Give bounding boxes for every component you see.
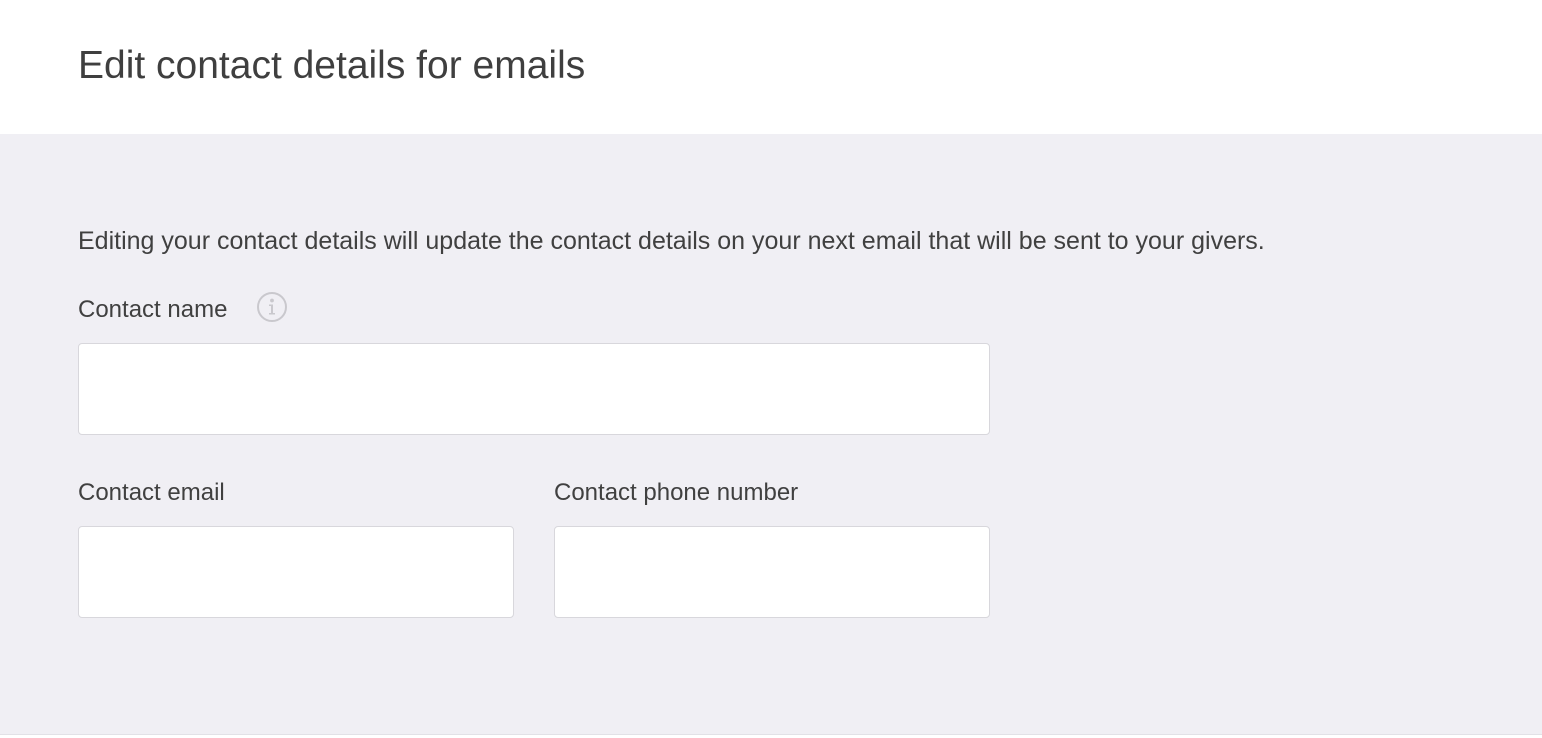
contact-name-label: Contact name [78, 296, 228, 323]
form-description: Editing your contact details will update… [78, 227, 1265, 255]
contact-email-input[interactable] [78, 526, 514, 618]
page-header: Edit contact details for emails [0, 0, 1542, 134]
contact-phone-input[interactable] [554, 526, 990, 618]
contact-email-label: Contact email [78, 479, 225, 506]
page-title: Edit contact details for emails [78, 44, 586, 87]
contact-name-input[interactable] [78, 343, 990, 435]
contact-details-form: Editing your contact details will update… [0, 134, 1542, 735]
contact-phone-label: Contact phone number [554, 479, 799, 506]
info-icon[interactable] [257, 292, 287, 322]
